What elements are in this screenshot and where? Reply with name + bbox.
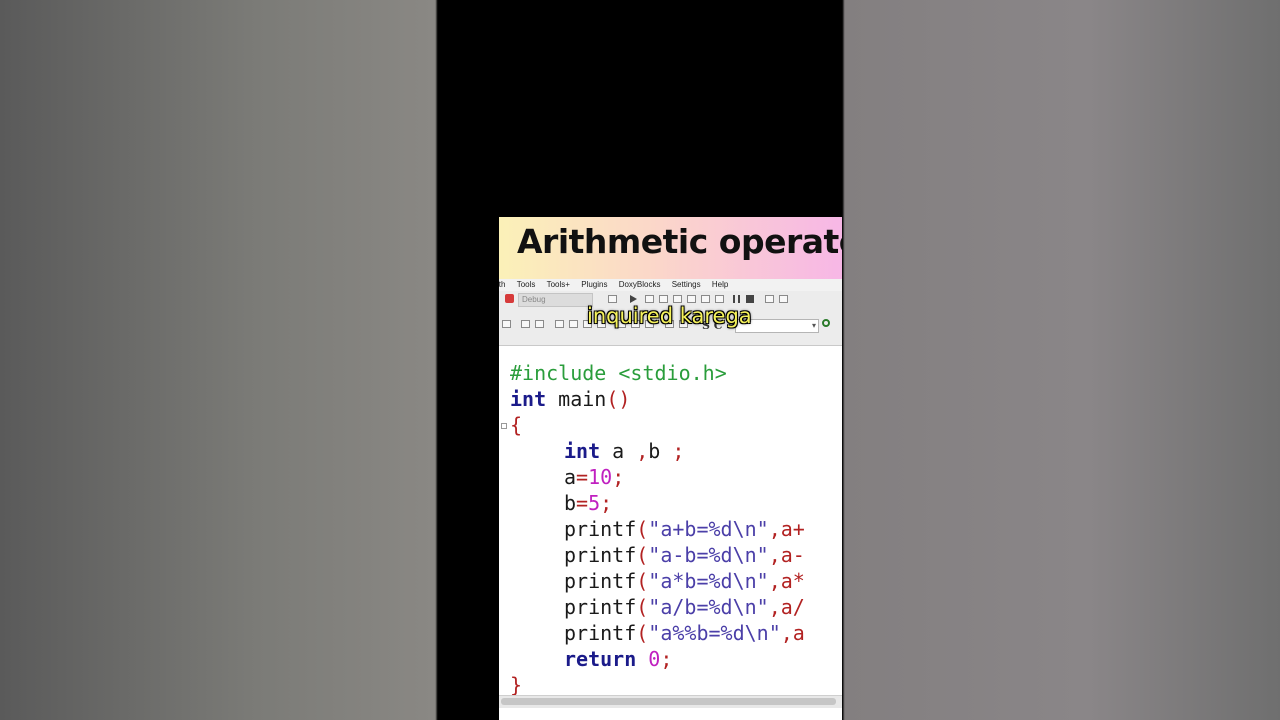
fold-marker-icon[interactable] [501, 423, 507, 429]
new-file-icon[interactable] [502, 320, 511, 328]
punct: ; [612, 465, 625, 489]
number: 0 [636, 647, 661, 671]
identifier: b [648, 439, 673, 463]
ide-screenshot: Arithmetic operato ith Tools Tools+ Plug… [499, 217, 842, 720]
string: "a/b=%d\n" [648, 595, 769, 619]
menu-item-tools[interactable]: Tools [517, 279, 536, 291]
code-line: a=10; [564, 464, 624, 490]
comment-icon[interactable] [555, 320, 564, 328]
horizontal-scrollbar[interactable] [499, 695, 842, 708]
uncomment-icon[interactable] [569, 320, 578, 328]
code-line: b=5; [564, 490, 612, 516]
punct: ; [600, 491, 613, 515]
function-name: printf [564, 595, 637, 619]
code-editor[interactable]: #include <stdio.h> int main() { int a ,b… [499, 348, 842, 697]
punct: ; [672, 439, 685, 463]
debug-step-icon[interactable] [645, 295, 654, 303]
code-line: int a ,b ; [564, 438, 684, 464]
code-line: printf("a/b=%d\n",a/ [564, 594, 805, 620]
operator: ,a/ [768, 595, 805, 619]
menu-item-settings[interactable]: Settings [672, 279, 701, 291]
save-icon[interactable] [521, 320, 530, 328]
stop-debug-icon[interactable] [746, 295, 754, 303]
function-name: printf [564, 621, 637, 645]
keyword: return [564, 647, 637, 671]
step-out-icon[interactable] [673, 295, 682, 303]
identifier: main [546, 387, 607, 411]
number: 5 [588, 491, 601, 515]
menu-bar: ith Tools Tools+ Plugins DoxyBlocks Sett… [499, 279, 842, 291]
function-name: printf [564, 569, 637, 593]
step-instruction-icon[interactable] [715, 295, 724, 303]
code-line: printf("a+b=%d\n",a+ [564, 516, 805, 542]
scrollbar-thumb[interactable] [501, 698, 836, 705]
operator: ,a [780, 621, 805, 645]
menu-item-with[interactable]: ith [499, 279, 505, 291]
next-line-icon[interactable] [687, 295, 696, 303]
punct: () [606, 387, 631, 411]
code-line: return 0; [564, 646, 672, 672]
code-line: printf("a-b=%d\n",a- [564, 542, 805, 568]
punct: ( [636, 595, 649, 619]
debug-windows-icon[interactable] [765, 295, 774, 303]
identifier: a [564, 465, 577, 489]
search-icon[interactable] [822, 319, 830, 327]
menu-item-plugins[interactable]: Plugins [581, 279, 607, 291]
video-caption: inquired karega [587, 304, 752, 328]
menu-item-doxyblocks[interactable]: DoxyBlocks [619, 279, 661, 291]
keyword: int [564, 439, 601, 463]
next-instruction-icon[interactable] [701, 295, 710, 303]
punct: , [636, 439, 649, 463]
code-line: #include <stdio.h> [510, 361, 727, 385]
keyword: int [510, 387, 547, 411]
function-name: printf [564, 517, 637, 541]
code-line: printf("a*b=%d\n",a* [564, 568, 805, 594]
code-line: { [510, 413, 523, 437]
string: "a%%b=%d\n" [648, 621, 781, 645]
punct: ( [636, 543, 649, 567]
banner-title: Arithmetic operato [517, 222, 842, 261]
identifier: a [600, 439, 637, 463]
run-icon[interactable] [630, 295, 637, 303]
function-name: printf [564, 543, 637, 567]
pause-icon[interactable] [733, 295, 740, 303]
operator: = [576, 465, 589, 489]
operator: = [576, 491, 589, 515]
string: "a-b=%d\n" [648, 543, 769, 567]
build-icon[interactable] [608, 295, 617, 303]
punct: ( [636, 569, 649, 593]
chevron-down-icon[interactable]: ▾ [812, 321, 816, 330]
string: "a+b=%d\n" [648, 517, 769, 541]
title-banner: Arithmetic operato [499, 217, 842, 279]
menu-item-help[interactable]: Help [712, 279, 728, 291]
info-icon[interactable] [779, 295, 788, 303]
step-into-icon[interactable] [659, 295, 668, 303]
code-line: printf("a%%b=%d\n",a [564, 620, 805, 646]
save-all-icon[interactable] [535, 320, 544, 328]
menu-item-tools-plus[interactable]: Tools+ [547, 279, 570, 291]
string: "a*b=%d\n" [648, 569, 769, 593]
number: 10 [588, 465, 613, 489]
operator: ,a+ [768, 517, 805, 541]
identifier: b [564, 491, 577, 515]
abort-icon[interactable] [505, 294, 514, 303]
build-target-select[interactable]: Debug [518, 293, 593, 307]
punct: ( [636, 517, 649, 541]
operator: ,a* [768, 569, 805, 593]
punct: ; [660, 647, 673, 671]
code-line: int main() [510, 386, 630, 412]
operator: ,a- [768, 543, 805, 567]
punct: ( [636, 621, 649, 645]
